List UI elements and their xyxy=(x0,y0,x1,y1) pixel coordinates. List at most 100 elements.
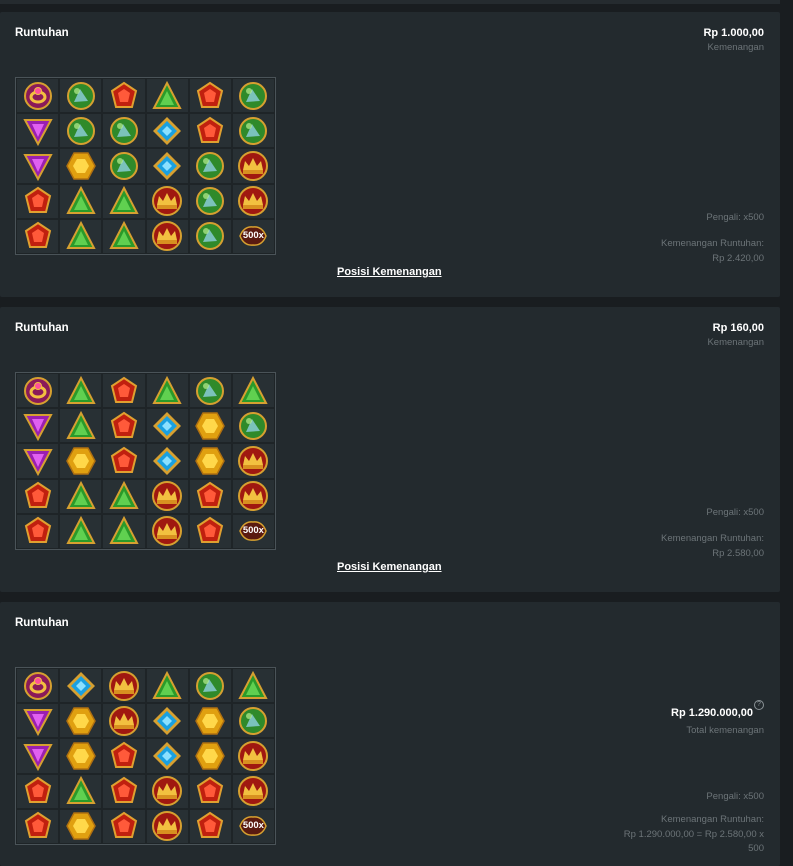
grid-cell xyxy=(59,373,103,409)
green-orb-icon xyxy=(237,80,269,112)
grid-cell xyxy=(102,408,146,444)
red-gem-icon xyxy=(108,80,140,112)
grid-cell xyxy=(231,703,275,739)
win-positions-link[interactable]: Posisi Kemenangan xyxy=(337,266,442,278)
grid-cell xyxy=(59,703,103,739)
red-gem-icon xyxy=(194,515,226,547)
grid-cell xyxy=(188,738,232,774)
grid-cell xyxy=(145,668,189,704)
grid-cell xyxy=(231,773,275,809)
multiplier-symbol-text: 500x xyxy=(242,820,264,832)
yellow-hex-icon xyxy=(194,445,226,477)
crown-icon xyxy=(108,670,140,702)
yellow-hex-icon xyxy=(65,445,97,477)
grid-cell xyxy=(188,773,232,809)
cascade-win: Kemenangan Runtuhan: Rp 2.580,00 xyxy=(614,532,764,561)
grid-cell xyxy=(59,148,103,184)
crown-icon xyxy=(237,445,269,477)
yellow-hex-icon xyxy=(65,810,97,842)
green-triangle-icon xyxy=(108,220,140,252)
red-gem-icon xyxy=(108,410,140,442)
blue-diamond-icon xyxy=(65,670,97,702)
grid-cell xyxy=(59,773,103,809)
yellow-hex-icon xyxy=(194,740,226,772)
grid-cell xyxy=(188,478,232,514)
grid-cell xyxy=(188,373,232,409)
grid-cell xyxy=(188,183,232,219)
cascade-win: Kemenangan Runtuhan: Rp 2.420,00 xyxy=(614,237,764,266)
grid-cell xyxy=(16,703,60,739)
grid-cell xyxy=(16,478,60,514)
grid-cell xyxy=(102,373,146,409)
grid-cell xyxy=(16,78,60,114)
top-divider xyxy=(0,0,780,4)
grid-cell xyxy=(188,668,232,704)
grid-cell xyxy=(102,183,146,219)
crown-icon xyxy=(151,515,183,547)
red-gem-icon xyxy=(22,515,54,547)
win-amount: Rp 160,00 xyxy=(712,322,764,334)
grid-cell xyxy=(59,443,103,479)
ring-icon xyxy=(22,670,54,702)
grid-cell xyxy=(102,113,146,149)
crown-icon xyxy=(237,740,269,772)
grid-cell xyxy=(102,738,146,774)
win-amount-label: Kemenangan xyxy=(707,337,764,348)
total-win: Rp 1.290.000,00? Total kemenangan xyxy=(671,700,764,736)
grid-cell xyxy=(231,408,275,444)
red-gem-icon xyxy=(194,775,226,807)
crown-icon xyxy=(237,185,269,217)
green-triangle-icon xyxy=(237,375,269,407)
grid-cell xyxy=(188,513,232,549)
grid-cell xyxy=(59,183,103,219)
grid-cell xyxy=(188,148,232,184)
cascade-win-label: Kemenangan Runtuhan: xyxy=(661,238,764,249)
green-triangle-icon xyxy=(237,670,269,702)
grid-cell xyxy=(145,408,189,444)
red-gem-icon xyxy=(108,775,140,807)
grid-cell xyxy=(16,113,60,149)
grid-cell xyxy=(102,703,146,739)
green-orb-icon xyxy=(194,220,226,252)
grid-cell xyxy=(231,738,275,774)
grid-cell xyxy=(231,668,275,704)
win-amount: Rp 1.000,00 xyxy=(703,27,764,39)
yellow-hex-icon xyxy=(194,705,226,737)
green-triangle-icon xyxy=(108,185,140,217)
green-triangle-icon xyxy=(65,515,97,547)
crown-icon xyxy=(237,480,269,512)
crown-icon xyxy=(151,810,183,842)
panel-title: Runtuhan xyxy=(15,27,69,39)
green-orb-icon xyxy=(194,375,226,407)
win-positions-link[interactable]: Posisi Kemenangan xyxy=(337,561,442,573)
green-orb-icon xyxy=(194,150,226,182)
green-orb-icon xyxy=(108,150,140,182)
grid-cell xyxy=(16,148,60,184)
grid-cell xyxy=(231,148,275,184)
green-orb-icon xyxy=(237,705,269,737)
green-triangle-icon xyxy=(108,515,140,547)
panel-title: Runtuhan xyxy=(15,617,69,629)
grid-cell xyxy=(16,408,60,444)
multiplier-symbol-text: 500x xyxy=(242,230,264,242)
grid-cell xyxy=(16,513,60,549)
green-orb-icon xyxy=(194,670,226,702)
grid-cell xyxy=(59,808,103,844)
grid-cell xyxy=(59,218,103,254)
help-icon[interactable]: ? xyxy=(754,700,764,710)
red-gem-icon xyxy=(108,740,140,772)
multiplier-500x-icon: 500x xyxy=(237,810,269,842)
grid-cell xyxy=(145,808,189,844)
grid-cell xyxy=(231,78,275,114)
scrollbar-track[interactable] xyxy=(780,0,793,866)
green-orb-icon xyxy=(65,80,97,112)
total-win-amount: Rp 1.290.000,00 xyxy=(671,707,753,719)
grid-cell xyxy=(145,703,189,739)
multiplier-text: Pengali: x500 xyxy=(706,212,764,223)
symbol-grid: 500x xyxy=(15,77,276,255)
yellow-hex-icon xyxy=(65,705,97,737)
grid-cell xyxy=(59,78,103,114)
grid-cell xyxy=(16,808,60,844)
grid-cell xyxy=(145,513,189,549)
green-orb-icon xyxy=(108,115,140,147)
